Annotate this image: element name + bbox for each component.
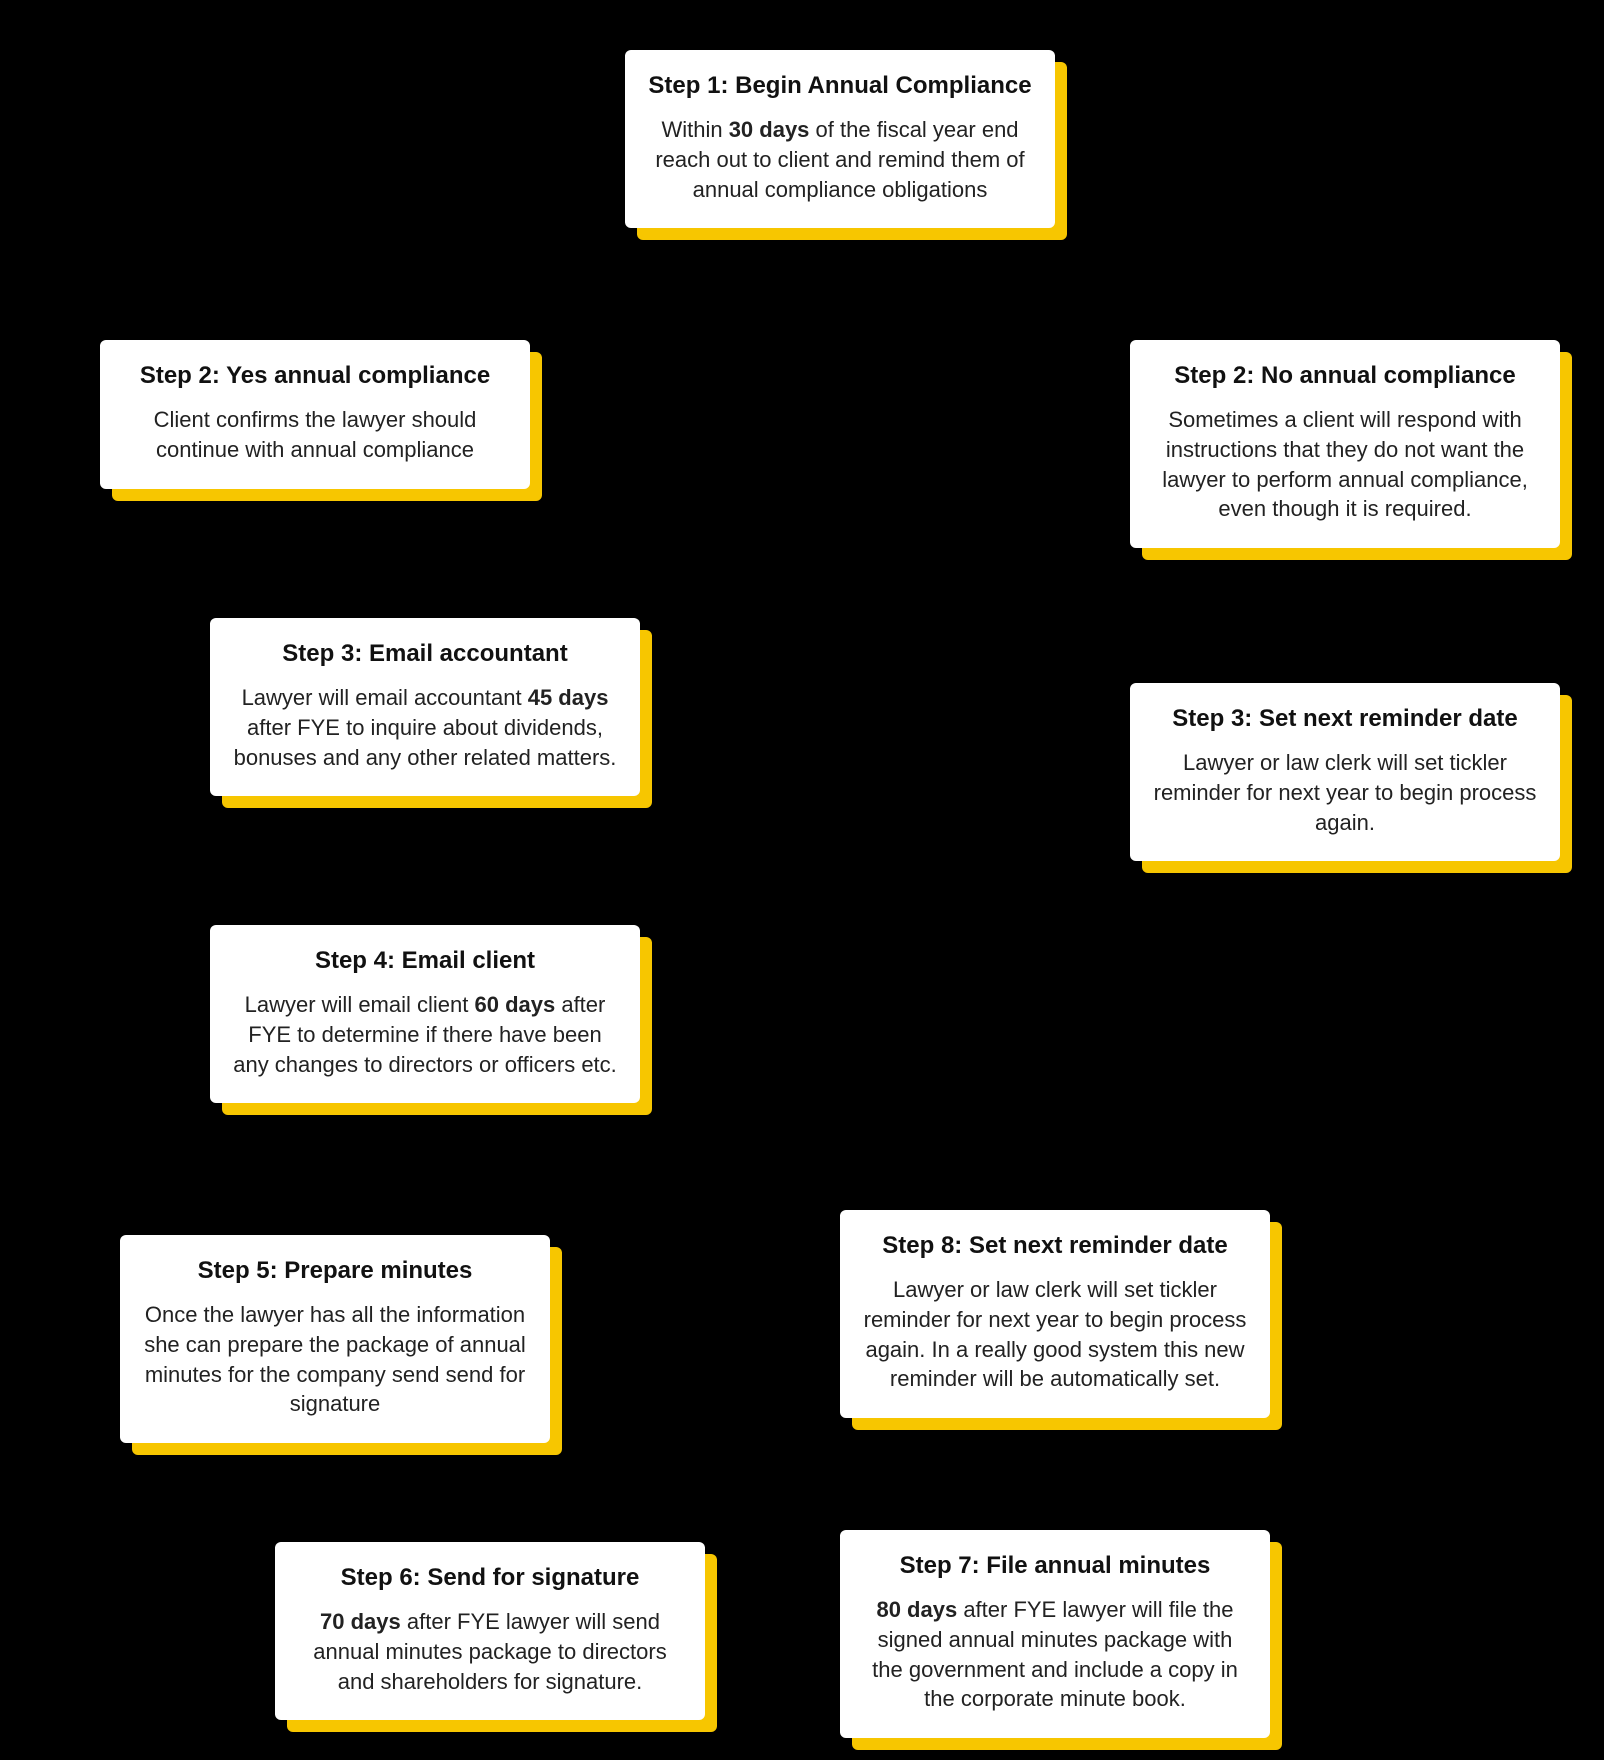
card-body: Lawyer or law clerk will set tickler rem… bbox=[1152, 748, 1538, 837]
card-title: Step 7: File annual minutes bbox=[862, 1550, 1248, 1581]
card-body: Client confirms the lawyer should contin… bbox=[122, 405, 508, 464]
flow-card-step6: Step 6: Send for signature 70 days after… bbox=[275, 1542, 705, 1720]
flow-card-step1: Step 1: Begin Annual Compliance Within 3… bbox=[625, 50, 1055, 228]
card-title: Step 4: Email client bbox=[232, 945, 618, 976]
card-body: 80 days after FYE lawyer will file the s… bbox=[862, 1595, 1248, 1714]
flow-card-step8: Step 8: Set next reminder date Lawyer or… bbox=[840, 1210, 1270, 1418]
card-title: Step 1: Begin Annual Compliance bbox=[647, 70, 1033, 101]
card-title: Step 5: Prepare minutes bbox=[142, 1255, 528, 1286]
card-title: Step 2: No annual compliance bbox=[1152, 360, 1538, 391]
card-body: Lawyer will email accountant 45 days aft… bbox=[232, 683, 618, 772]
card-body: Once the lawyer has all the information … bbox=[142, 1300, 528, 1419]
flow-card-step3-email: Step 3: Email accountant Lawyer will ema… bbox=[210, 618, 640, 796]
card-title: Step 6: Send for signature bbox=[297, 1562, 683, 1593]
card-body: Lawyer or law clerk will set tickler rem… bbox=[862, 1275, 1248, 1394]
card-title: Step 3: Set next reminder date bbox=[1152, 703, 1538, 734]
card-body: Sometimes a client will respond with ins… bbox=[1152, 405, 1538, 524]
flow-card-step4: Step 4: Email client Lawyer will email c… bbox=[210, 925, 640, 1103]
flow-card-step3-reminder: Step 3: Set next reminder date Lawyer or… bbox=[1130, 683, 1560, 861]
flow-card-step5: Step 5: Prepare minutes Once the lawyer … bbox=[120, 1235, 550, 1443]
card-title: Step 2: Yes annual compliance bbox=[122, 360, 508, 391]
flow-card-step2-yes: Step 2: Yes annual compliance Client con… bbox=[100, 340, 530, 489]
card-title: Step 8: Set next reminder date bbox=[862, 1230, 1248, 1261]
card-body: 70 days after FYE lawyer will send annua… bbox=[297, 1607, 683, 1696]
card-body: Within 30 days of the fiscal year end re… bbox=[647, 115, 1033, 204]
card-body: Lawyer will email client 60 days after F… bbox=[232, 990, 618, 1079]
flow-card-step7: Step 7: File annual minutes 80 days afte… bbox=[840, 1530, 1270, 1738]
flow-card-step2-no: Step 2: No annual compliance Sometimes a… bbox=[1130, 340, 1560, 548]
card-title: Step 3: Email accountant bbox=[232, 638, 618, 669]
